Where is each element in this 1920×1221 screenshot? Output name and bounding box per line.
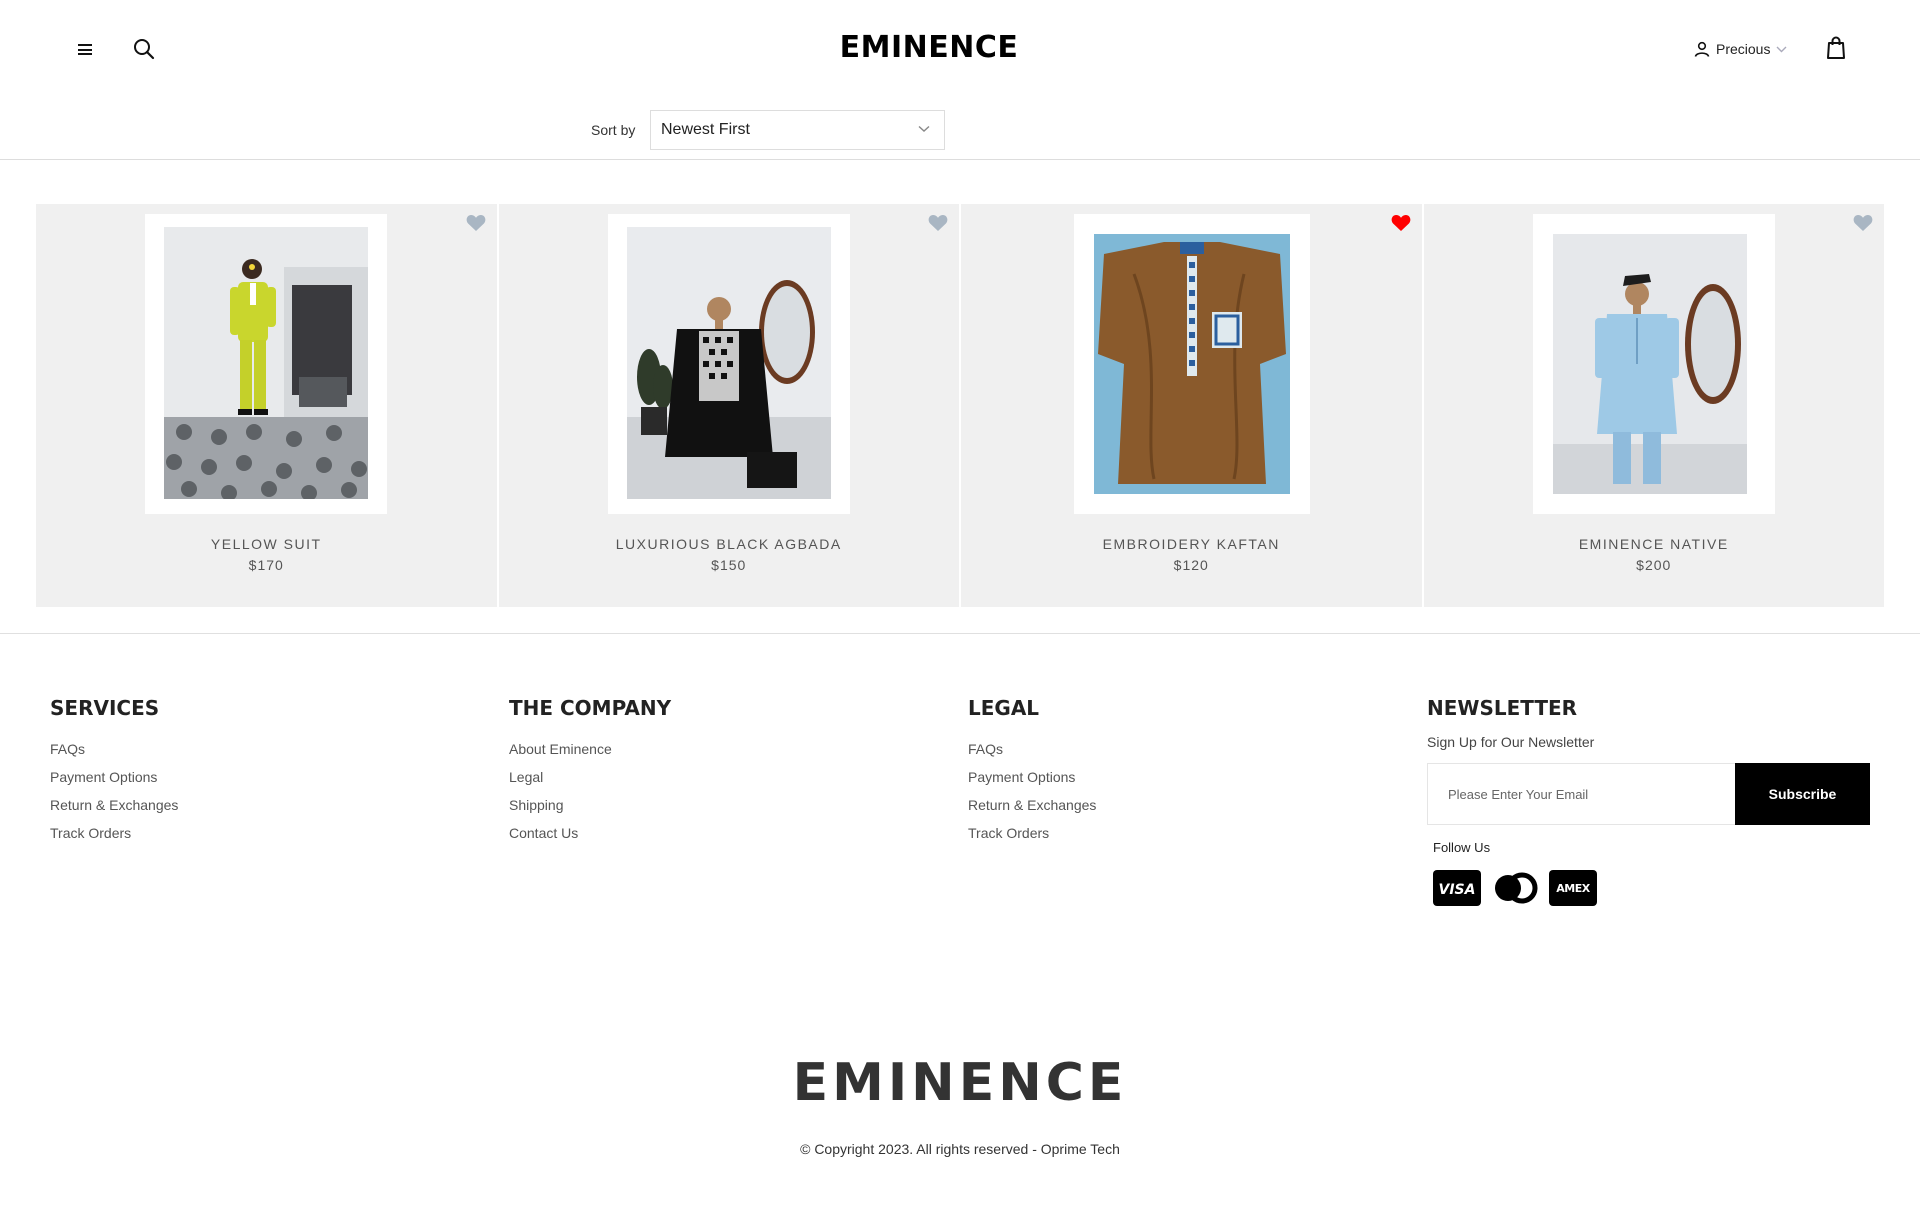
newsletter-form: Please Enter Your Email Subscribe <box>1427 763 1870 825</box>
footer-link[interactable]: Return & Exchanges <box>50 796 178 824</box>
product-image <box>1552 234 1747 494</box>
product-image <box>164 227 368 499</box>
chevron-down-icon <box>918 125 930 132</box>
product-image <box>1094 234 1290 494</box>
visa-text: VISA <box>1439 882 1476 898</box>
product-card[interactable]: EMINENCE NATIVE $200 <box>1423 204 1885 607</box>
heart-icon[interactable] <box>466 214 486 232</box>
newsletter-subtitle: Sign Up for Our Newsletter <box>1427 734 1595 750</box>
product-name[interactable]: LUXURIOUS BLACK AGBADA <box>499 536 960 552</box>
footer-link[interactable]: About Eminence <box>509 740 671 768</box>
product-name[interactable]: EMINENCE NATIVE <box>1424 536 1885 552</box>
sort-select[interactable]: Newest First <box>650 110 945 150</box>
footer-link[interactable]: Return & Exchanges <box>968 796 1096 824</box>
visa-icon: VISA <box>1433 870 1481 906</box>
footer-link[interactable]: Payment Options <box>50 768 178 796</box>
user-menu[interactable]: Precious <box>1694 38 1787 60</box>
product-image-frame <box>145 214 387 514</box>
sort-label: Sort by <box>591 122 636 138</box>
brand-logo[interactable]: EMINENCE <box>0 30 1858 65</box>
product-price: $150 <box>711 557 747 573</box>
footer-heading: NEWSLETTER <box>1427 696 1578 720</box>
heart-icon[interactable] <box>1853 214 1873 232</box>
heart-icon[interactable] <box>928 214 948 232</box>
user-name: Precious <box>1716 41 1771 57</box>
footer-brand-logo: EMINENCE <box>792 1053 1128 1113</box>
footer-link[interactable]: Track Orders <box>968 824 1096 852</box>
footer-heading: LEGAL <box>968 696 1040 720</box>
product-card[interactable]: EMBROIDERY KAFTAN $120 <box>961 204 1422 607</box>
chevron-down-icon <box>1776 46 1787 52</box>
product-grid: YELLOW SUIT $170 LUXURIOUS BLACK AGBADA … <box>36 204 1884 607</box>
product-price: $200 <box>1636 557 1672 573</box>
footer-newsletter: NEWSLETTER Sign Up for Our Newsletter Pl… <box>1427 696 1870 936</box>
footer-heading: THE COMPANY <box>509 696 672 720</box>
email-input[interactable]: Please Enter Your Email <box>1427 763 1735 825</box>
amex-icon: AMEX <box>1549 870 1597 906</box>
site-header: EMINENCE Precious <box>0 0 1920 98</box>
copyright-text: © Copyright 2023. All rights reserved - … <box>800 1141 1120 1157</box>
product-price: $170 <box>248 557 284 573</box>
product-name[interactable]: YELLOW SUIT <box>36 536 497 552</box>
footer-company: THE COMPANY About Eminence Legal Shippin… <box>509 696 671 852</box>
follow-us-label: Follow Us <box>1433 840 1491 855</box>
product-image <box>626 227 831 499</box>
footer-services: SERVICES FAQs Payment Options Return & E… <box>50 696 178 852</box>
mastercard-icon <box>1495 872 1538 904</box>
footer-link[interactable]: Contact Us <box>509 824 671 852</box>
product-card[interactable]: YELLOW SUIT $170 <box>36 204 497 607</box>
product-name[interactable]: EMBROIDERY KAFTAN <box>961 536 1422 552</box>
product-price: $120 <box>1173 557 1209 573</box>
section-divider <box>0 633 1920 634</box>
footer-heading: SERVICES <box>50 696 160 720</box>
user-icon <box>1694 41 1710 57</box>
product-image-frame <box>1532 214 1775 514</box>
product-card[interactable]: LUXURIOUS BLACK AGBADA $150 <box>498 204 960 607</box>
subscribe-button[interactable]: Subscribe <box>1735 763 1870 825</box>
footer-link[interactable]: FAQs <box>968 740 1096 768</box>
product-image-frame <box>1074 214 1310 514</box>
sort-bar: Sort by Newest First <box>0 98 1920 160</box>
footer-link[interactable]: Payment Options <box>968 768 1096 796</box>
footer-link[interactable]: Shipping <box>509 796 671 824</box>
footer-legal: LEGAL FAQs Payment Options Return & Exch… <box>968 696 1096 852</box>
footer-link[interactable]: FAQs <box>50 740 178 768</box>
shopping-bag-icon[interactable] <box>1826 36 1846 60</box>
product-image-frame <box>607 214 850 514</box>
sort-selected-value: Newest First <box>661 121 750 138</box>
footer-link[interactable]: Track Orders <box>50 824 178 852</box>
heart-icon[interactable] <box>1391 214 1411 232</box>
footer-link[interactable]: Legal <box>509 768 671 796</box>
amex-text: AMEX <box>1556 882 1590 895</box>
